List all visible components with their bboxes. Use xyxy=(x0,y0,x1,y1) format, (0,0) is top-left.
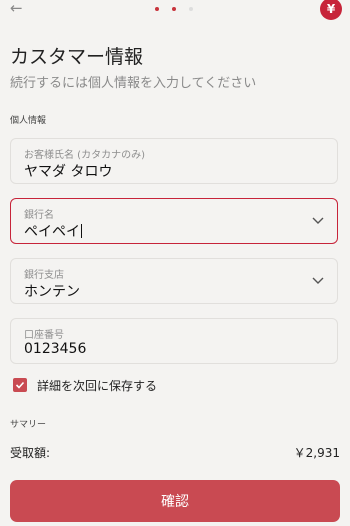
bank-name-value: ペイペイ xyxy=(24,224,80,240)
customer-name-field[interactable]: お客様氏名 (カタカナのみ) ヤマダ タロウ xyxy=(10,138,338,184)
step-dot-3 xyxy=(189,7,193,11)
received-amount-label: 受取額: xyxy=(10,446,51,460)
page-title: カスタマー情報 xyxy=(10,46,144,68)
account-number-value[interactable]: 0123456 xyxy=(24,341,86,357)
bank-name-label: 銀行名 xyxy=(24,210,54,221)
bank-branch-label: 銀行支店 xyxy=(24,270,64,281)
received-amount-value: ￥2,931 xyxy=(293,446,340,460)
customer-name-value[interactable]: ヤマダ タロウ xyxy=(24,161,112,181)
summary-section-label: サマリー xyxy=(10,420,47,430)
bank-branch-field[interactable]: 銀行支店 ホンテン xyxy=(10,258,338,304)
step-indicator xyxy=(155,7,193,11)
yen-logo-icon: ¥ xyxy=(320,0,342,20)
page-subtitle: 続行するには個人情報を入力してください xyxy=(10,76,257,91)
personal-info-section-label: 個人情報 xyxy=(10,116,47,126)
confirm-button[interactable]: 確認 xyxy=(10,480,340,522)
back-arrow-icon[interactable]: ← xyxy=(10,0,23,18)
step-dot-2 xyxy=(172,7,176,11)
bank-name-field[interactable]: 銀行名 ペイペイ xyxy=(10,198,338,244)
bank-branch-value[interactable]: ホンテン xyxy=(24,281,80,301)
save-details-label[interactable]: 詳細を次回に保存する xyxy=(37,377,157,394)
chevron-down-icon[interactable] xyxy=(312,275,324,285)
checkmark-icon xyxy=(15,381,25,389)
top-bar: ← ¥ xyxy=(0,0,350,20)
chevron-down-icon[interactable] xyxy=(312,215,324,225)
text-caret xyxy=(81,224,82,238)
customer-name-label: お客様氏名 (カタカナのみ) xyxy=(24,150,145,161)
account-number-field[interactable]: 口座番号 0123456 xyxy=(10,318,338,364)
save-details-checkbox[interactable] xyxy=(13,378,27,392)
bank-name-input[interactable]: ペイペイ xyxy=(24,221,82,241)
step-dot-1 xyxy=(155,7,159,11)
account-number-label: 口座番号 xyxy=(24,330,64,341)
